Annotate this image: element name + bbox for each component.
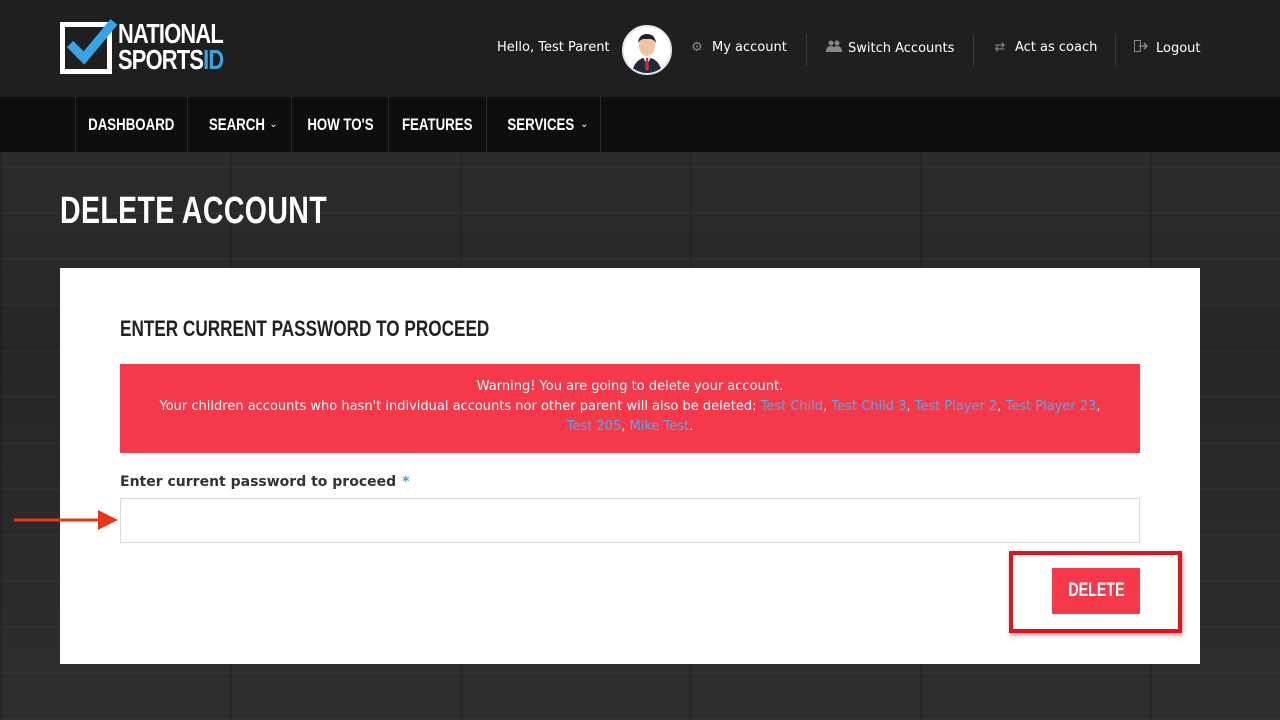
current-password-input[interactable]: [120, 498, 1140, 543]
warning-prefix: Your children accounts who hasn't indivi…: [159, 399, 761, 414]
chevron-down-icon: ⌄: [269, 119, 278, 130]
required-asterisk: *: [402, 474, 410, 490]
nav-item-label: HOW TO'S: [306, 114, 374, 134]
nav-item-label: DASHBOARD: [88, 114, 175, 134]
warning-suffix: .: [689, 419, 694, 434]
gear-icon: ⚙: [691, 40, 703, 55]
page-title: DELETE ACCOUNT: [60, 190, 328, 232]
logout-label: Logout: [1156, 40, 1201, 56]
exchange-icon: ⇄: [994, 40, 1006, 55]
child-link-test-child-3[interactable]: Test Child 3: [831, 399, 906, 414]
nav-item-services[interactable]: SERVICES ⌄: [487, 97, 601, 152]
child-link-test-child[interactable]: Test Child: [761, 399, 824, 414]
switch-accounts-label: Switch Accounts: [848, 40, 955, 56]
divider: [973, 34, 974, 66]
child-link-test-205[interactable]: Test 205: [567, 419, 622, 434]
avatar-icon: [624, 27, 670, 73]
warning-line1: Warning! You are going to delete your ac…: [476, 379, 784, 394]
nav-item-label: FEATURES: [402, 114, 473, 134]
user-avatar[interactable]: [622, 25, 672, 75]
nav-item-search[interactable]: SEARCH ⌄: [188, 97, 292, 152]
child-link-mike-test[interactable]: Mike Test: [630, 419, 690, 434]
nav-item-features[interactable]: FEATURES: [389, 97, 487, 152]
child-link-test-player-2[interactable]: Test Player 2: [915, 399, 998, 414]
users-icon: [826, 40, 842, 56]
annotation-highlight-box: [1009, 551, 1182, 633]
separator: ,: [906, 399, 915, 414]
main-navigation: DASHBOARD SEARCH ⌄ HOW TO'S FEATURES SER…: [0, 97, 1280, 152]
divider: [1115, 34, 1116, 66]
password-label: Enter current password to proceed *: [120, 474, 409, 490]
warning-line2: Your children accounts who hasn't indivi…: [120, 397, 1140, 437]
annotation-arrow-icon: [14, 510, 118, 530]
warning-alert: Warning! You are going to delete your ac…: [120, 364, 1140, 453]
user-area: Hello, Test Parent ⚙ My account Switch A…: [0, 0, 1280, 97]
separator: ,: [621, 419, 630, 434]
divider: [806, 34, 807, 66]
nav-item-how-tos[interactable]: HOW TO'S: [292, 97, 389, 152]
nav-item-dashboard[interactable]: DASHBOARD: [76, 97, 188, 152]
nav-item-label: SERVICES: [507, 114, 575, 134]
top-bar: NATIONAL SPORTSID Hello, Test Parent ⚙ M…: [0, 0, 1280, 97]
logout-icon: [1134, 40, 1149, 56]
my-account-link[interactable]: ⚙ My account: [690, 40, 787, 55]
switch-accounts-link[interactable]: Switch Accounts: [826, 40, 954, 56]
logout-link[interactable]: Logout: [1134, 40, 1201, 56]
chevron-down-icon: ⌄: [580, 119, 589, 130]
main-menu: DASHBOARD SEARCH ⌄ HOW TO'S FEATURES SER…: [75, 97, 601, 152]
act-as-coach-label: Act as coach: [1015, 40, 1098, 55]
nav-item-label: SEARCH: [209, 114, 266, 134]
my-account-label: My account: [712, 40, 787, 55]
child-link-test-player-23[interactable]: Test Player 23: [1005, 399, 1096, 414]
greeting-text: Hello, Test Parent: [497, 40, 610, 55]
separator: ,: [1096, 399, 1101, 414]
password-label-text: Enter current password to proceed: [120, 474, 397, 490]
act-as-coach-link[interactable]: ⇄ Act as coach: [993, 40, 1098, 55]
form-heading: ENTER CURRENT PASSWORD TO PROCEED: [120, 316, 490, 341]
